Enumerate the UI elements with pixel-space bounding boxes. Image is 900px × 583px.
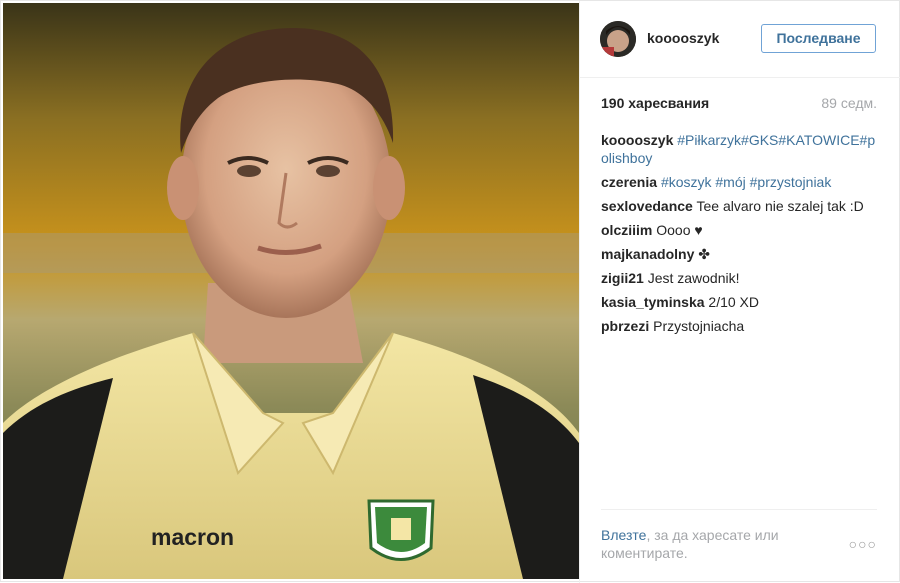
comment-text: Jest zawodnik! bbox=[647, 270, 740, 286]
post-container: macron kooooszyk Последване 190 харесван… bbox=[0, 0, 900, 583]
post-photo[interactable]: macron bbox=[3, 3, 579, 579]
comment-item: sexlovedance Tee alvaro nie szalej tak :… bbox=[601, 197, 879, 215]
login-prompt: Влезте, за да харесате или коментирате. bbox=[601, 526, 811, 562]
post-age[interactable]: 89 седм. bbox=[821, 95, 877, 111]
comment-item: kooooszyk #Piłkarzyk#GKS#KATOWICE#polish… bbox=[601, 131, 879, 167]
avatar-image bbox=[600, 21, 636, 57]
avatar[interactable] bbox=[600, 21, 636, 57]
comment-item: majkanadolny ✤ bbox=[601, 245, 879, 263]
comment-text: Oooo ♥ bbox=[656, 222, 703, 238]
comment-author[interactable]: olcziiim bbox=[601, 222, 652, 238]
comment-author[interactable]: pbrzezi bbox=[601, 318, 649, 334]
comment-item: czerenia #koszyk #mój #przystojniak bbox=[601, 173, 879, 191]
comment-author[interactable]: majkanadolny bbox=[601, 246, 694, 262]
login-link[interactable]: Влезте bbox=[601, 527, 646, 543]
comment-text: Przystojniacha bbox=[653, 318, 745, 334]
comment-text[interactable]: #koszyk #mój #przystojniak bbox=[661, 174, 831, 190]
post-header: kooooszyk Последване bbox=[580, 1, 900, 78]
comment-text: ✤ bbox=[698, 246, 710, 262]
comment-item: olcziiim Oooo ♥ bbox=[601, 221, 879, 239]
likes-count[interactable]: 190 харесвания bbox=[601, 95, 709, 111]
post-username[interactable]: kooooszyk bbox=[647, 30, 719, 46]
comment-author[interactable]: kasia_tyminska bbox=[601, 294, 705, 310]
photo-image: macron bbox=[3, 3, 579, 579]
comment-author[interactable]: zigii21 bbox=[601, 270, 644, 286]
post-footer: Влезте, за да харесате или коментирате. … bbox=[601, 509, 877, 576]
comment-item: zigii21 Jest zawodnik! bbox=[601, 269, 879, 287]
follow-button[interactable]: Последване bbox=[761, 24, 876, 53]
more-options-icon[interactable]: ○○○ bbox=[849, 536, 877, 552]
comment-list: kooooszyk #Piłkarzyk#GKS#KATOWICE#polish… bbox=[601, 131, 879, 341]
comment-item: pbrzezi Przystojniacha bbox=[601, 317, 879, 335]
comment-text: Tee alvaro nie szalej tak :D bbox=[696, 198, 864, 214]
post-sidebar: kooooszyk Последване 190 харесвания 89 с… bbox=[579, 1, 900, 583]
comment-author[interactable]: czerenia bbox=[601, 174, 657, 190]
jersey-brand-text: macron bbox=[151, 524, 234, 550]
comment-item: kasia_tyminska 2/10 XD bbox=[601, 293, 879, 311]
comment-author[interactable]: kooooszyk bbox=[601, 132, 673, 148]
post-stats: 190 харесвания 89 седм. bbox=[601, 95, 877, 113]
comment-author[interactable]: sexlovedance bbox=[601, 198, 693, 214]
comment-text: 2/10 XD bbox=[708, 294, 760, 310]
